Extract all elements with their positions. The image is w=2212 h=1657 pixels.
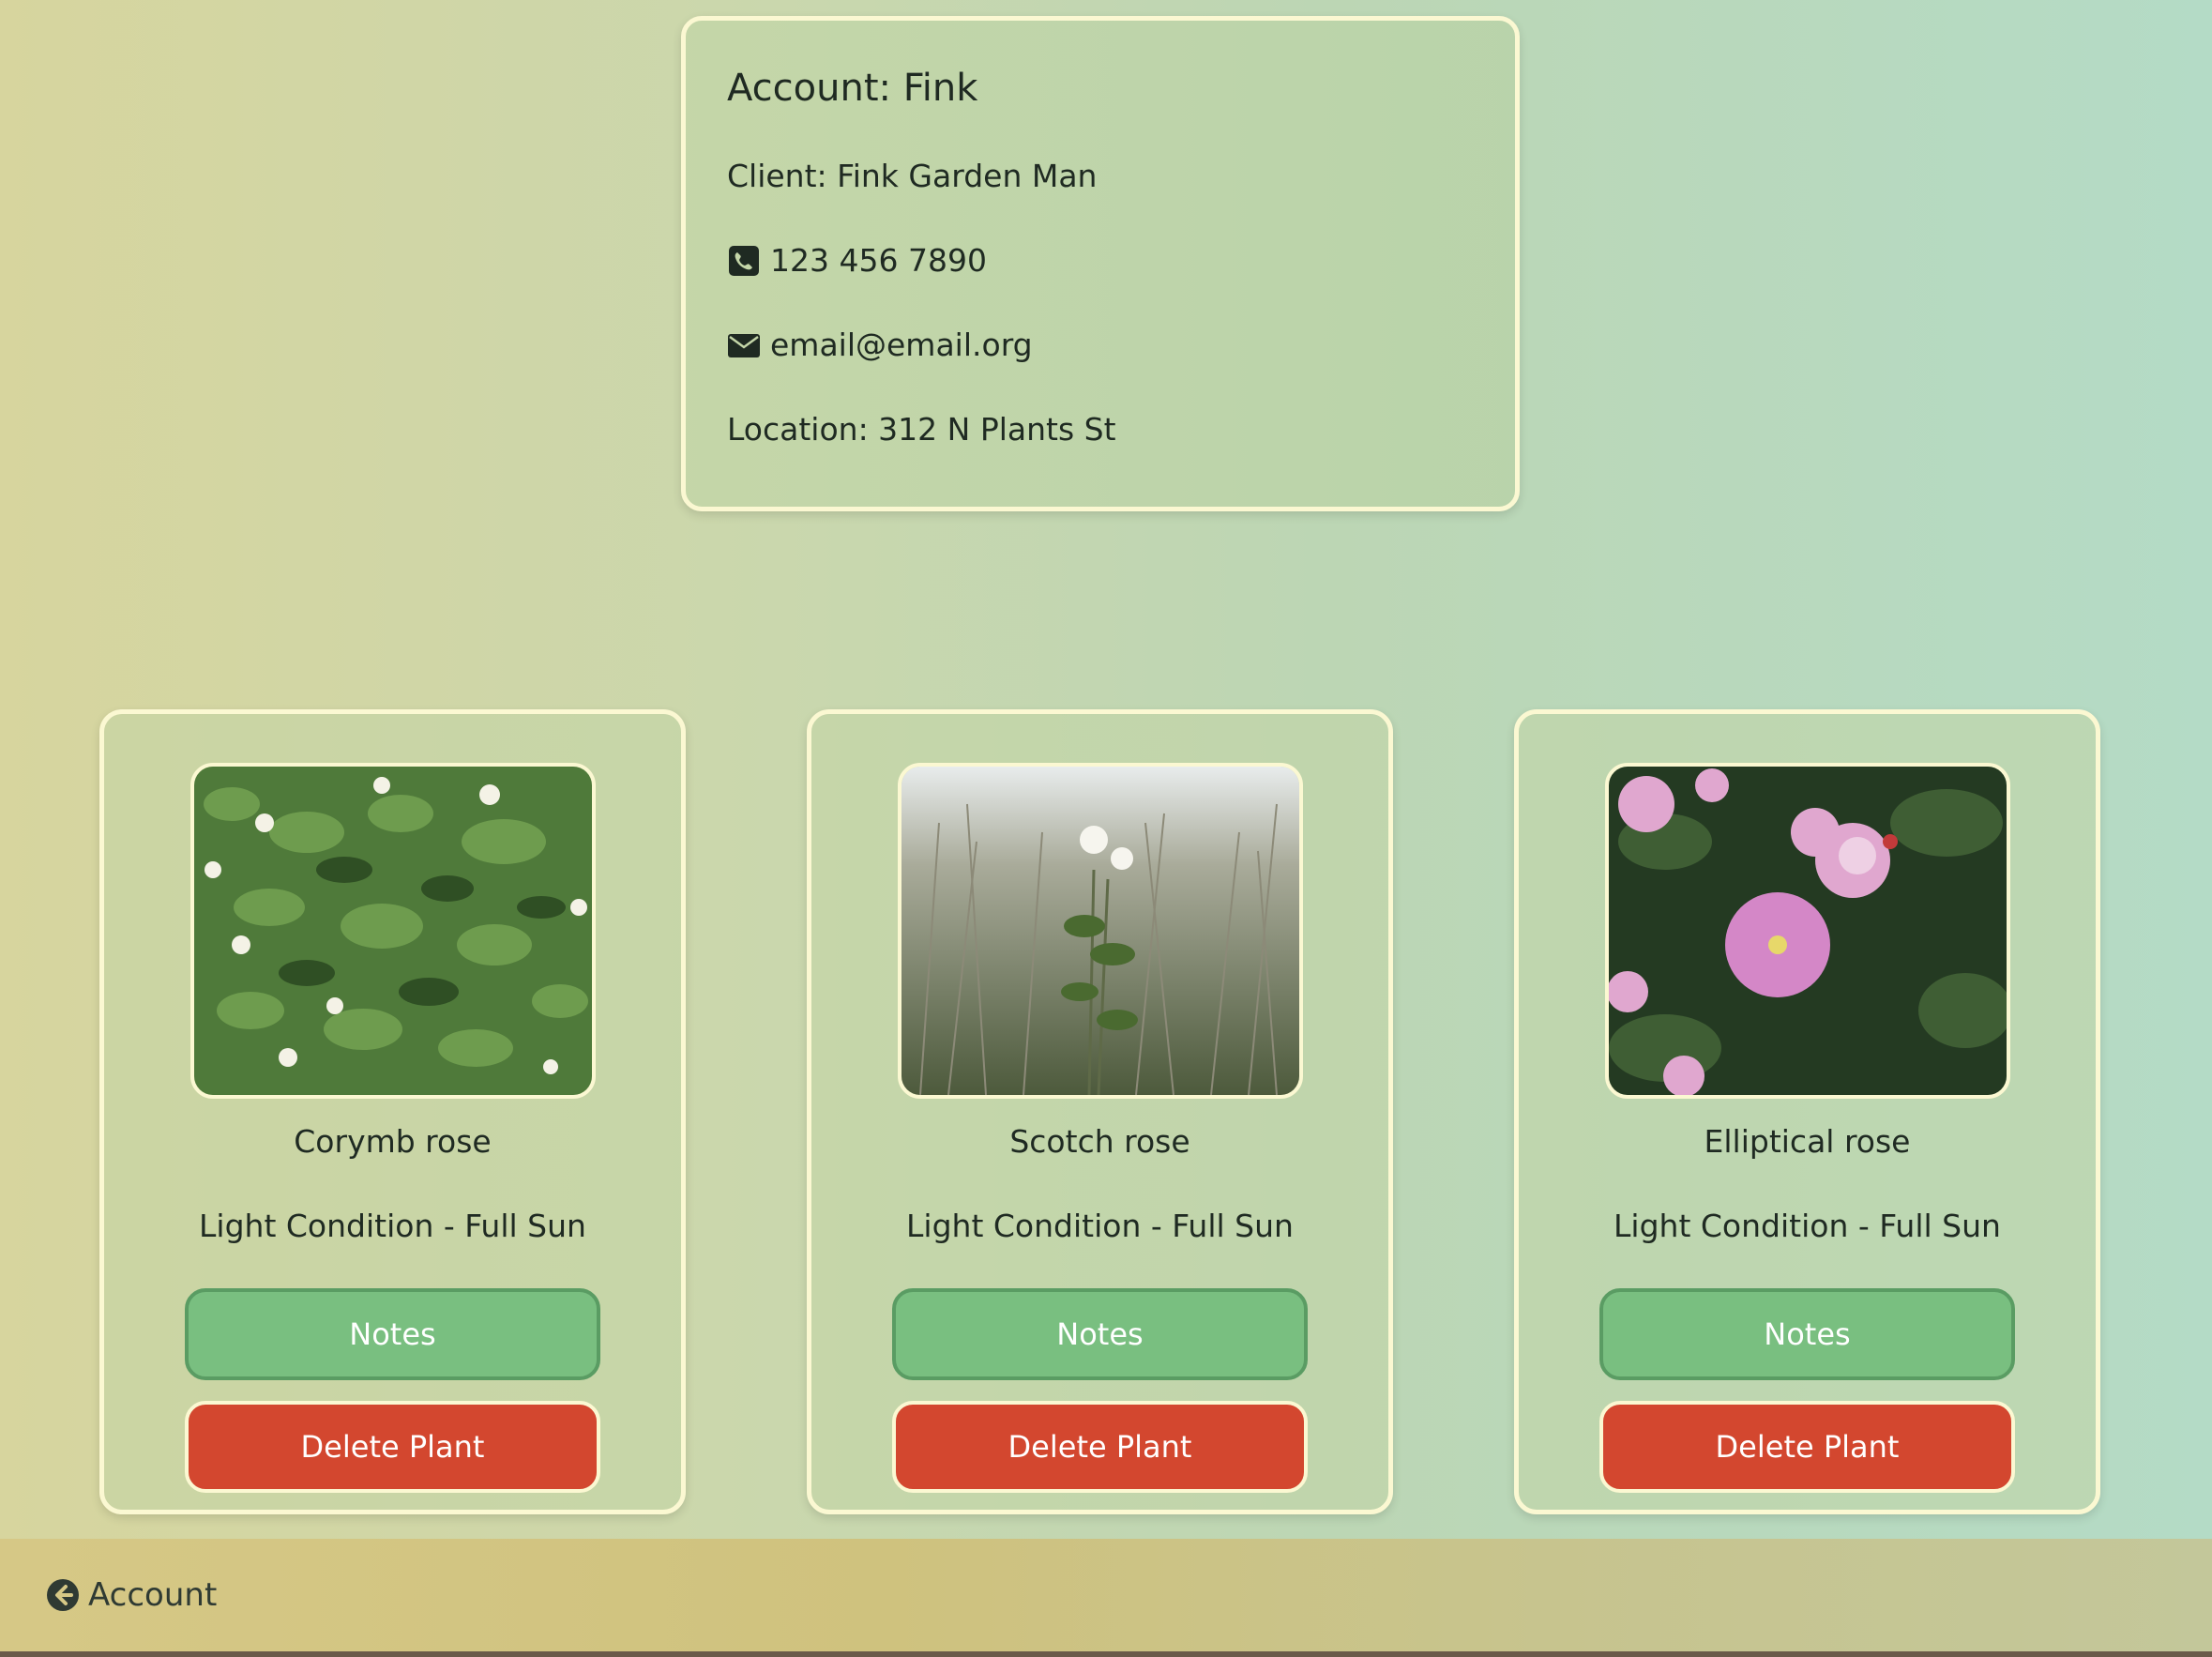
plant-light-condition: Light Condition - Full Sun [906,1208,1294,1244]
arrow-left-circle-icon [45,1577,81,1613]
back-link-label: Account [88,1576,218,1614]
delete-plant-button[interactable]: Delete Plant [1599,1401,2015,1493]
plant-photo-scotch-rose [898,763,1303,1099]
plant-light-condition: Light Condition - Full Sun [199,1208,586,1244]
plant-card: Corymb rose Light Condition - Full Sun N… [99,709,686,1514]
bottom-edge [0,1651,2212,1657]
location: Location: 312 N Plants St [727,411,1116,448]
plant-photo-corymb-rose [190,763,596,1099]
notes-button[interactable]: Notes [1599,1288,2015,1380]
footer-bar: Account [0,1539,2212,1651]
plant-card: Elliptical rose Light Condition - Full S… [1514,709,2100,1514]
plant-card: Scotch rose Light Condition - Full Sun N… [807,709,1393,1514]
email-address: email@email.org [770,327,1033,363]
account-title: Account: Fink [727,67,978,110]
back-to-account-link[interactable]: Account [45,1576,217,1614]
client-name: Client: Fink Garden Man [727,158,1098,194]
delete-plant-button[interactable]: Delete Plant [892,1401,1308,1493]
plant-name: Elliptical rose [1704,1123,1911,1160]
delete-plant-button[interactable]: Delete Plant [185,1401,600,1493]
notes-button[interactable]: Notes [185,1288,600,1380]
plant-name: Corymb rose [294,1123,492,1160]
phone-row: 123 456 7890 [727,242,987,280]
phone-number: 123 456 7890 [770,242,987,279]
notes-button[interactable]: Notes [892,1288,1308,1380]
plant-light-condition: Light Condition - Full Sun [1614,1208,2001,1244]
account-card: Account: Fink Client: Fink Garden Man 12… [681,16,1520,511]
plant-name: Scotch rose [1009,1123,1190,1160]
phone-icon [727,244,761,278]
plant-photo-elliptical-rose [1605,763,2010,1099]
email-row: email@email.org [727,327,1033,364]
envelope-icon [727,328,761,362]
